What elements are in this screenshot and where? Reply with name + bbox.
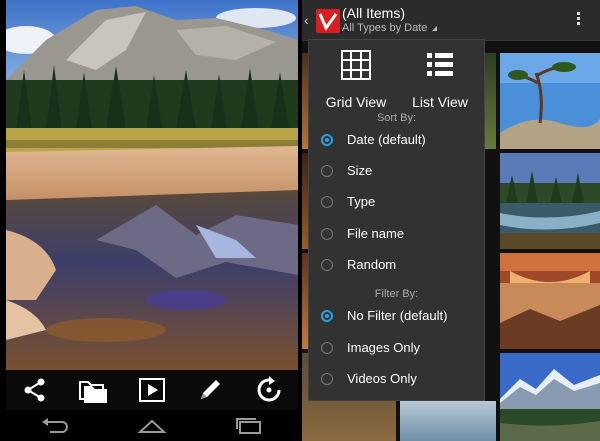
thumbnail[interactable] [500, 353, 600, 441]
photo-action-toolbar [6, 370, 298, 410]
radio-button-icon[interactable] [321, 259, 333, 271]
filter-option-images[interactable]: Images Only [309, 334, 484, 364]
share-icon [24, 378, 45, 402]
thumbnail[interactable] [500, 253, 600, 349]
home-icon [137, 419, 167, 433]
nav-recents-button[interactable] [227, 414, 271, 438]
sort-option-label: Date (default) [347, 132, 426, 147]
album-title[interactable]: (All Items) [342, 5, 405, 21]
gallery-action-bar: ‹ (All Items) All Types by Date [302, 0, 600, 41]
sort-option-type[interactable]: Type [309, 188, 484, 218]
radio-button-icon[interactable] [321, 373, 333, 385]
sort-option-label: Size [347, 163, 373, 178]
list-view-icon [427, 53, 453, 76]
radio-button-icon[interactable] [321, 228, 333, 240]
thumbnail[interactable] [500, 53, 600, 149]
filter-by-header: Filter By: [374, 288, 419, 300]
sort-by-header: Sort By: [376, 112, 417, 124]
filter-option-label: Images Only [347, 340, 420, 355]
recents-icon [236, 417, 262, 434]
radio-button-icon[interactable] [321, 134, 333, 146]
list-view-option[interactable]: List View [397, 48, 483, 110]
sort-option-label: Random [347, 257, 397, 272]
nav-back-button[interactable] [33, 414, 77, 438]
filter-option-none[interactable]: No Filter (default) [309, 302, 484, 332]
slideshow-play-icon [138, 378, 165, 402]
filter-option-label: Videos Only [347, 371, 417, 386]
sort-option-date[interactable]: Date (default) [309, 126, 484, 156]
radio-button-icon[interactable] [321, 310, 333, 322]
back-icon [41, 417, 68, 433]
view-options-menu: Grid View List View Sort By: Date (defau… [309, 40, 484, 400]
sort-option-label: Type [347, 194, 376, 209]
edit-pencil-icon [201, 380, 221, 399]
sort-option-label: File name [347, 226, 405, 241]
canyon-arch-thumbnail [500, 253, 600, 349]
nav-home-button[interactable] [130, 414, 174, 438]
title-dropdown-indicator-icon [432, 26, 437, 31]
grid-view-label: Grid View [325, 94, 387, 110]
thumbnail[interactable] [500, 153, 600, 249]
river-valley-thumbnail [500, 153, 600, 249]
sort-option-size[interactable]: Size [309, 157, 484, 187]
app-logo-icon[interactable] [316, 9, 340, 33]
rotate-button[interactable] [251, 374, 287, 406]
slideshow-button[interactable] [134, 374, 170, 406]
up-navigation-icon[interactable]: ‹ [304, 12, 309, 28]
rotate-icon [257, 376, 281, 402]
snowy-mountains-thumbnail [500, 353, 600, 441]
move-to-folder-button[interactable] [76, 374, 112, 406]
sort-option-file-name[interactable]: File name [309, 220, 484, 250]
list-view-label: List View [412, 94, 468, 110]
edit-button[interactable] [192, 374, 228, 406]
overflow-menu-icon[interactable] [574, 10, 582, 30]
radio-button-icon[interactable] [321, 165, 333, 177]
sort-option-random[interactable]: Random [309, 251, 484, 281]
share-button[interactable] [17, 374, 53, 406]
system-nav-bar [6, 410, 298, 441]
thumbnail[interactable] [400, 401, 496, 441]
landscape-photo[interactable] [6, 0, 298, 370]
landscape-photo-image [6, 0, 298, 370]
album-subtitle[interactable]: All Types by Date [342, 22, 427, 34]
photo-viewer-screen [6, 0, 298, 441]
filter-option-label: No Filter (default) [347, 308, 448, 323]
filter-option-videos[interactable]: Videos Only [309, 365, 484, 395]
tree-on-rock-thumbnail [500, 53, 600, 149]
grid-view-option[interactable]: Grid View [313, 48, 399, 110]
radio-button-icon[interactable] [321, 342, 333, 354]
grid-view-icon [341, 50, 371, 80]
folder-move-icon [78, 381, 107, 403]
radio-button-icon[interactable] [321, 196, 333, 208]
